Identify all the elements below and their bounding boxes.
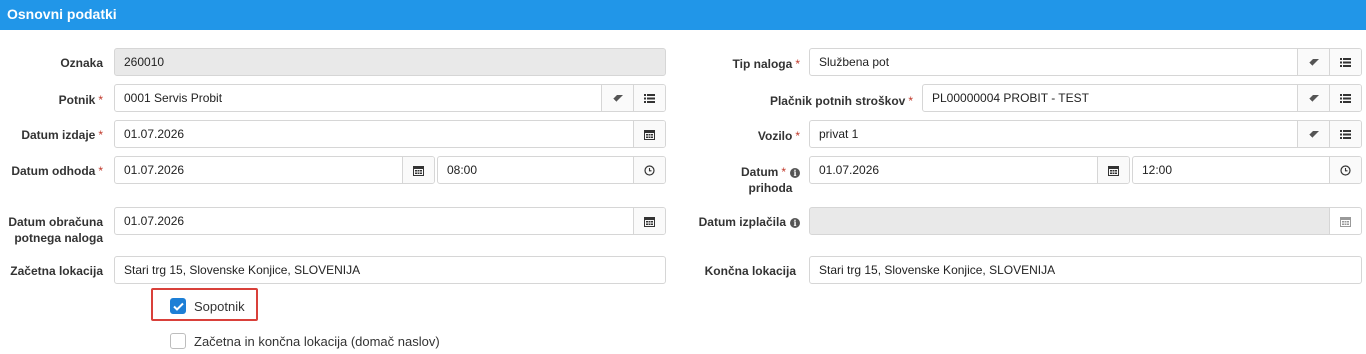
zacetna-lokacija-value: Stari trg 15, Slovenske Konjice, SLOVENI…	[124, 263, 361, 277]
vozilo-list-button[interactable]	[1329, 121, 1361, 147]
datum-odhoda-date-field[interactable]: 01.07.2026	[114, 156, 435, 184]
calendar-icon	[644, 129, 655, 140]
calendar-icon	[1108, 165, 1119, 176]
info-icon[interactable]: i	[790, 218, 800, 228]
datum-obracuna-value: 01.07.2026	[124, 214, 185, 228]
datum-prihoda-clock-button[interactable]	[1329, 157, 1361, 183]
calendar-icon	[1340, 216, 1351, 227]
domac-naslov-checkbox-label: Začetna in končna lokacija (domač naslov…	[194, 333, 440, 349]
vozilo-field[interactable]: privat 1	[809, 120, 1362, 148]
tip-naloga-label: Tip naloga *	[732, 57, 800, 71]
oznaka-label: Oznaka	[60, 56, 103, 70]
placnik-value: PL00000004 PROBIT - TEST	[932, 91, 1089, 105]
datum-izdaje-label: Datum izdaje *	[21, 128, 103, 142]
check-icon	[172, 302, 184, 311]
datum-odhoda-clock-button[interactable]	[633, 157, 665, 183]
eraser-icon	[1308, 130, 1319, 138]
placnik-clear-button[interactable]	[1297, 85, 1329, 111]
section-title: Osnovni podatki	[7, 6, 117, 22]
domac-naslov-checkbox-box[interactable]	[170, 333, 186, 349]
datum-izplacila-field	[809, 207, 1362, 235]
zacetna-lokacija-label: Začetna lokacija	[10, 264, 103, 278]
placnik-list-button[interactable]	[1329, 85, 1361, 111]
clock-icon	[644, 164, 655, 176]
eraser-icon	[1308, 94, 1319, 102]
list-icon	[1340, 93, 1351, 103]
tip-naloga-clear-button[interactable]	[1297, 49, 1329, 75]
info-icon[interactable]: i	[790, 168, 800, 178]
tip-naloga-field[interactable]: Službena pot	[809, 48, 1362, 76]
datum-odhoda-time-field[interactable]: 08:00	[437, 156, 666, 184]
datum-izplacila-label: Datum izplačila i	[699, 214, 800, 230]
datum-prihoda-date-field[interactable]: 01.07.2026	[809, 156, 1130, 184]
list-icon	[644, 93, 655, 103]
required-marker: *	[908, 94, 913, 108]
required-marker: *	[98, 128, 103, 142]
vozilo-value: privat 1	[819, 127, 859, 141]
sopotnik-checkbox[interactable]: Sopotnik	[170, 298, 245, 314]
oznaka-field: 260010	[114, 48, 666, 76]
potnik-clear-button[interactable]	[601, 85, 633, 111]
vozilo-clear-button[interactable]	[1297, 121, 1329, 147]
datum-odhoda-date-value: 01.07.2026	[124, 163, 185, 177]
calendar-icon	[413, 165, 424, 176]
section-header: Osnovni podatki	[0, 0, 1366, 30]
tip-naloga-list-button[interactable]	[1329, 49, 1361, 75]
datum-obracuna-field[interactable]: 01.07.2026	[114, 207, 666, 235]
datum-izplacila-calendar-button[interactable]	[1329, 208, 1361, 234]
clock-icon	[1340, 164, 1351, 176]
datum-prihoda-time-field[interactable]: 12:00	[1132, 156, 1362, 184]
list-icon	[1340, 57, 1351, 67]
zacetna-lokacija-field[interactable]: Stari trg 15, Slovenske Konjice, SLOVENI…	[114, 256, 666, 284]
potnik-list-button[interactable]	[633, 85, 665, 111]
required-marker: *	[795, 57, 800, 71]
datum-izdaje-value: 01.07.2026	[124, 127, 185, 141]
vozilo-label: Vozilo *	[757, 129, 800, 143]
required-marker: *	[98, 164, 103, 178]
potnik-value: 0001 Servis Probit	[124, 91, 223, 105]
placnik-label: Plačnik potnih stroškov *	[769, 94, 913, 108]
datum-obracuna-label: Datum obračuna potnega naloga	[8, 215, 103, 245]
placnik-field[interactable]: PL00000004 PROBIT - TEST	[922, 84, 1362, 112]
koncna-lokacija-label: Končna lokacija	[704, 264, 796, 278]
datum-prihoda-calendar-button[interactable]	[1097, 157, 1129, 183]
datum-prihoda-date-value: 01.07.2026	[819, 163, 880, 177]
koncna-lokacija-value: Stari trg 15, Slovenske Konjice, SLOVENI…	[819, 263, 1056, 277]
potnik-label: Potnik *	[58, 93, 103, 107]
oznaka-value: 260010	[124, 55, 165, 69]
datum-izdaje-calendar-button[interactable]	[633, 121, 665, 147]
datum-odhoda-calendar-button[interactable]	[402, 157, 434, 183]
list-icon	[1340, 129, 1351, 139]
eraser-icon	[1308, 58, 1319, 66]
datum-odhoda-label: Datum odhoda *	[11, 164, 103, 178]
domac-naslov-checkbox[interactable]: Začetna in končna lokacija (domač naslov…	[170, 333, 440, 349]
datum-izdaje-field[interactable]: 01.07.2026	[114, 120, 666, 148]
required-marker: *	[781, 165, 786, 179]
datum-prihoda-label: Datum * i prihoda	[741, 164, 800, 196]
tip-naloga-value: Službena pot	[819, 55, 890, 69]
datum-obracuna-calendar-button[interactable]	[633, 208, 665, 234]
potnik-field[interactable]: 0001 Servis Probit	[114, 84, 666, 112]
eraser-icon	[612, 94, 623, 102]
datum-prihoda-time-value: 12:00	[1142, 163, 1173, 177]
datum-odhoda-time-value: 08:00	[447, 163, 478, 177]
required-marker: *	[795, 129, 800, 143]
required-marker: *	[98, 93, 103, 107]
koncna-lokacija-field[interactable]: Stari trg 15, Slovenske Konjice, SLOVENI…	[809, 256, 1362, 284]
sopotnik-checkbox-box[interactable]	[170, 298, 186, 314]
sopotnik-checkbox-label: Sopotnik	[194, 298, 245, 314]
calendar-icon	[644, 216, 655, 227]
